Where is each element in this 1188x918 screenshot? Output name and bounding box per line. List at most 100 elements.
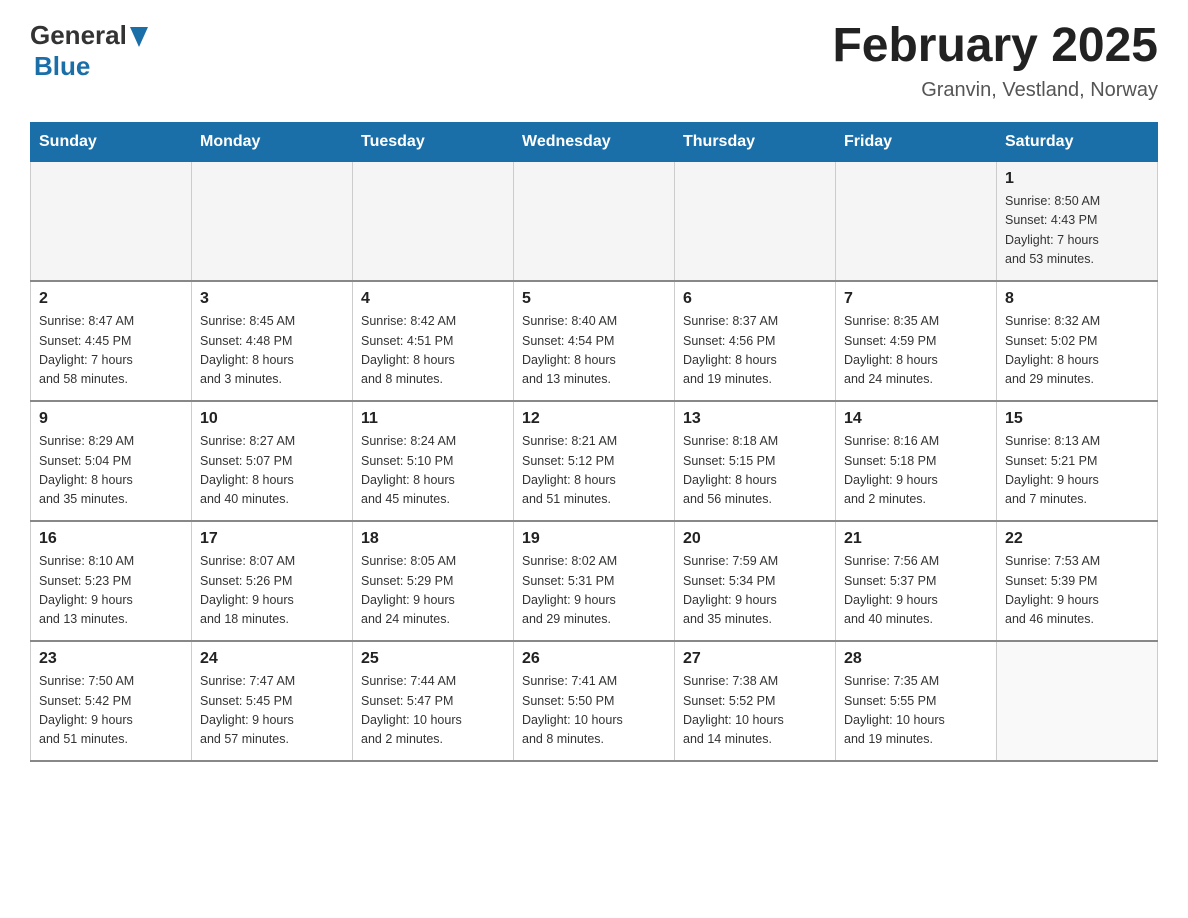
calendar-cell: 26 Sunrise: 7:41 AM Sunset: 5:50 PM Dayli… — [514, 641, 675, 761]
calendar-cell: 25 Sunrise: 7:44 AM Sunset: 5:47 PM Dayli… — [353, 641, 514, 761]
logo-general-text: General — [30, 20, 127, 51]
day-info: Sunrise: 8:37 AM Sunset: 4:56 PM Dayligh… — [683, 312, 827, 390]
calendar-cell: 4 Sunrise: 8:42 AM Sunset: 4:51 PM Daylig… — [353, 281, 514, 401]
day-info: Sunrise: 8:32 AM Sunset: 5:02 PM Dayligh… — [1005, 312, 1149, 390]
calendar-cell: 1 Sunrise: 8:50 AM Sunset: 4:43 PM Daylig… — [997, 161, 1158, 281]
logo-arrow-icon — [130, 27, 148, 47]
day-info: Sunrise: 8:45 AM Sunset: 4:48 PM Dayligh… — [200, 312, 344, 390]
calendar-cell: 28 Sunrise: 7:35 AM Sunset: 5:55 PM Dayli… — [836, 641, 997, 761]
day-info: Sunrise: 7:56 AM Sunset: 5:37 PM Dayligh… — [844, 552, 988, 630]
day-info: Sunrise: 7:59 AM Sunset: 5:34 PM Dayligh… — [683, 552, 827, 630]
calendar-week-row: 23 Sunrise: 7:50 AM Sunset: 5:42 PM Dayli… — [31, 641, 1158, 761]
day-number: 28 — [844, 650, 988, 668]
calendar-week-row: 9 Sunrise: 8:29 AM Sunset: 5:04 PM Daylig… — [31, 401, 1158, 521]
day-number: 14 — [844, 410, 988, 428]
day-number: 27 — [683, 650, 827, 668]
day-info: Sunrise: 8:07 AM Sunset: 5:26 PM Dayligh… — [200, 552, 344, 630]
calendar-cell: 13Sunrise: 8:18 AM Sunset: 5:15 PM Dayli… — [675, 401, 836, 521]
day-info: Sunrise: 7:53 AM Sunset: 5:39 PM Dayligh… — [1005, 552, 1149, 630]
calendar-cell: 22 Sunrise: 7:53 AM Sunset: 5:39 PM Dayli… — [997, 521, 1158, 641]
calendar-cell — [353, 161, 514, 281]
weekday-header-sunday: Sunday — [31, 122, 192, 161]
calendar-cell: 19Sunrise: 8:02 AM Sunset: 5:31 PM Dayli… — [514, 521, 675, 641]
day-number: 16 — [39, 530, 183, 548]
calendar-cell: 6 Sunrise: 8:37 AM Sunset: 4:56 PM Daylig… — [675, 281, 836, 401]
calendar-cell: 23 Sunrise: 7:50 AM Sunset: 5:42 PM Dayli… — [31, 641, 192, 761]
calendar-cell: 16 Sunrise: 8:10 AM Sunset: 5:23 PM Dayli… — [31, 521, 192, 641]
day-number: 9 — [39, 410, 183, 428]
logo-line1: General — [30, 20, 148, 51]
calendar-cell — [997, 641, 1158, 761]
calendar-header: SundayMondayTuesdayWednesdayThursdayFrid… — [31, 122, 1158, 161]
day-info: Sunrise: 8:47 AM Sunset: 4:45 PM Dayligh… — [39, 312, 183, 390]
day-number: 8 — [1005, 290, 1149, 308]
day-number: 13 — [683, 410, 827, 428]
day-number: 17 — [200, 530, 344, 548]
weekday-header-tuesday: Tuesday — [353, 122, 514, 161]
calendar-week-row: 16 Sunrise: 8:10 AM Sunset: 5:23 PM Dayli… — [31, 521, 1158, 641]
day-info: Sunrise: 8:10 AM Sunset: 5:23 PM Dayligh… — [39, 552, 183, 630]
logo-blue-text: Blue — [34, 51, 90, 82]
logo: General Blue — [30, 20, 148, 82]
day-number: 5 — [522, 290, 666, 308]
day-info: Sunrise: 8:50 AM Sunset: 4:43 PM Dayligh… — [1005, 192, 1149, 270]
day-info: Sunrise: 8:02 AM Sunset: 5:31 PM Dayligh… — [522, 552, 666, 630]
calendar-cell — [514, 161, 675, 281]
day-info: Sunrise: 8:16 AM Sunset: 5:18 PM Dayligh… — [844, 432, 988, 510]
logo-line2: Blue — [34, 51, 148, 82]
day-number: 20 — [683, 530, 827, 548]
day-number: 1 — [1005, 170, 1149, 188]
calendar-cell: 7 Sunrise: 8:35 AM Sunset: 4:59 PM Daylig… — [836, 281, 997, 401]
day-info: Sunrise: 8:40 AM Sunset: 4:54 PM Dayligh… — [522, 312, 666, 390]
day-info: Sunrise: 8:21 AM Sunset: 5:12 PM Dayligh… — [522, 432, 666, 510]
day-info: Sunrise: 7:44 AM Sunset: 5:47 PM Dayligh… — [361, 672, 505, 750]
calendar-cell: 14 Sunrise: 8:16 AM Sunset: 5:18 PM Dayli… — [836, 401, 997, 521]
calendar-cell: 5 Sunrise: 8:40 AM Sunset: 4:54 PM Daylig… — [514, 281, 675, 401]
day-info: Sunrise: 7:38 AM Sunset: 5:52 PM Dayligh… — [683, 672, 827, 750]
day-number: 11 — [361, 410, 505, 428]
calendar-cell: 10Sunrise: 8:27 AM Sunset: 5:07 PM Dayli… — [192, 401, 353, 521]
calendar-table: SundayMondayTuesdayWednesdayThursdayFrid… — [30, 122, 1158, 763]
day-number: 22 — [1005, 530, 1149, 548]
day-info: Sunrise: 8:42 AM Sunset: 4:51 PM Dayligh… — [361, 312, 505, 390]
calendar-body: 1 Sunrise: 8:50 AM Sunset: 4:43 PM Daylig… — [31, 161, 1158, 761]
day-number: 15 — [1005, 410, 1149, 428]
day-number: 7 — [844, 290, 988, 308]
day-info: Sunrise: 8:35 AM Sunset: 4:59 PM Dayligh… — [844, 312, 988, 390]
day-number: 12 — [522, 410, 666, 428]
day-info: Sunrise: 8:24 AM Sunset: 5:10 PM Dayligh… — [361, 432, 505, 510]
weekday-header-wednesday: Wednesday — [514, 122, 675, 161]
day-number: 3 — [200, 290, 344, 308]
title-section: February 2025 Granvin, Vestland, Norway — [832, 20, 1158, 102]
day-number: 10 — [200, 410, 344, 428]
day-number: 23 — [39, 650, 183, 668]
day-number: 6 — [683, 290, 827, 308]
day-number: 2 — [39, 290, 183, 308]
logo-wrapper: General Blue — [30, 20, 148, 82]
calendar-cell: 3 Sunrise: 8:45 AM Sunset: 4:48 PM Daylig… — [192, 281, 353, 401]
calendar-cell: 27 Sunrise: 7:38 AM Sunset: 5:52 PM Dayli… — [675, 641, 836, 761]
day-number: 4 — [361, 290, 505, 308]
day-number: 21 — [844, 530, 988, 548]
day-info: Sunrise: 7:35 AM Sunset: 5:55 PM Dayligh… — [844, 672, 988, 750]
day-number: 24 — [200, 650, 344, 668]
calendar-cell: 20 Sunrise: 7:59 AM Sunset: 5:34 PM Dayli… — [675, 521, 836, 641]
weekday-header-friday: Friday — [836, 122, 997, 161]
day-number: 26 — [522, 650, 666, 668]
calendar-cell: 11 Sunrise: 8:24 AM Sunset: 5:10 PM Dayli… — [353, 401, 514, 521]
calendar-cell: 9 Sunrise: 8:29 AM Sunset: 5:04 PM Daylig… — [31, 401, 192, 521]
page-header: General Blue February 2025 Granvin, Vest… — [30, 20, 1158, 102]
day-info: Sunrise: 8:29 AM Sunset: 5:04 PM Dayligh… — [39, 432, 183, 510]
day-number: 25 — [361, 650, 505, 668]
calendar-week-row: 2 Sunrise: 8:47 AM Sunset: 4:45 PM Daylig… — [31, 281, 1158, 401]
weekday-header-monday: Monday — [192, 122, 353, 161]
calendar-cell: 15 Sunrise: 8:13 AM Sunset: 5:21 PM Dayli… — [997, 401, 1158, 521]
day-info: Sunrise: 7:41 AM Sunset: 5:50 PM Dayligh… — [522, 672, 666, 750]
day-info: Sunrise: 8:13 AM Sunset: 5:21 PM Dayligh… — [1005, 432, 1149, 510]
day-info: Sunrise: 7:47 AM Sunset: 5:45 PM Dayligh… — [200, 672, 344, 750]
calendar-title: February 2025 — [832, 20, 1158, 73]
calendar-cell — [675, 161, 836, 281]
weekday-header-row: SundayMondayTuesdayWednesdayThursdayFrid… — [31, 122, 1158, 161]
day-info: Sunrise: 7:50 AM Sunset: 5:42 PM Dayligh… — [39, 672, 183, 750]
weekday-header-thursday: Thursday — [675, 122, 836, 161]
